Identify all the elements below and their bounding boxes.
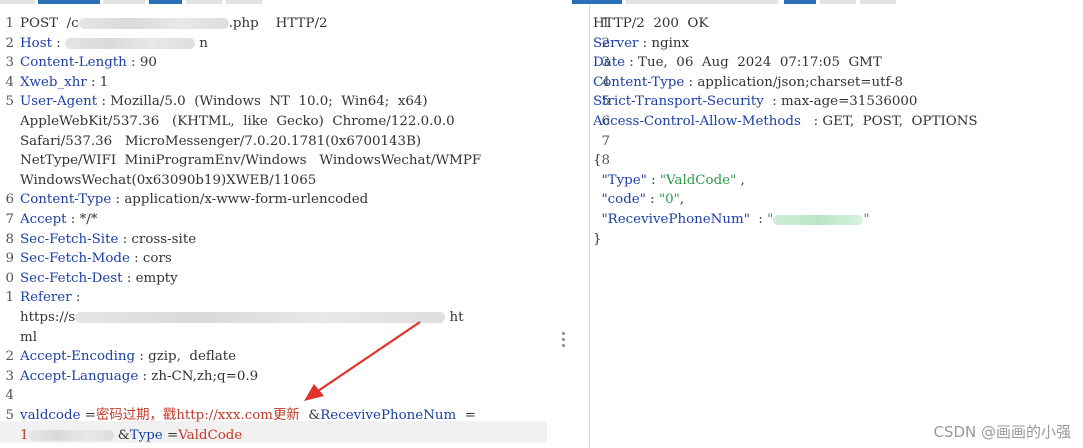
watermark: CSDN @画画的小强	[933, 423, 1071, 441]
red-arrow-annotation	[304, 321, 421, 401]
arrow-head	[304, 384, 324, 401]
arrow-shaft	[317, 321, 421, 392]
